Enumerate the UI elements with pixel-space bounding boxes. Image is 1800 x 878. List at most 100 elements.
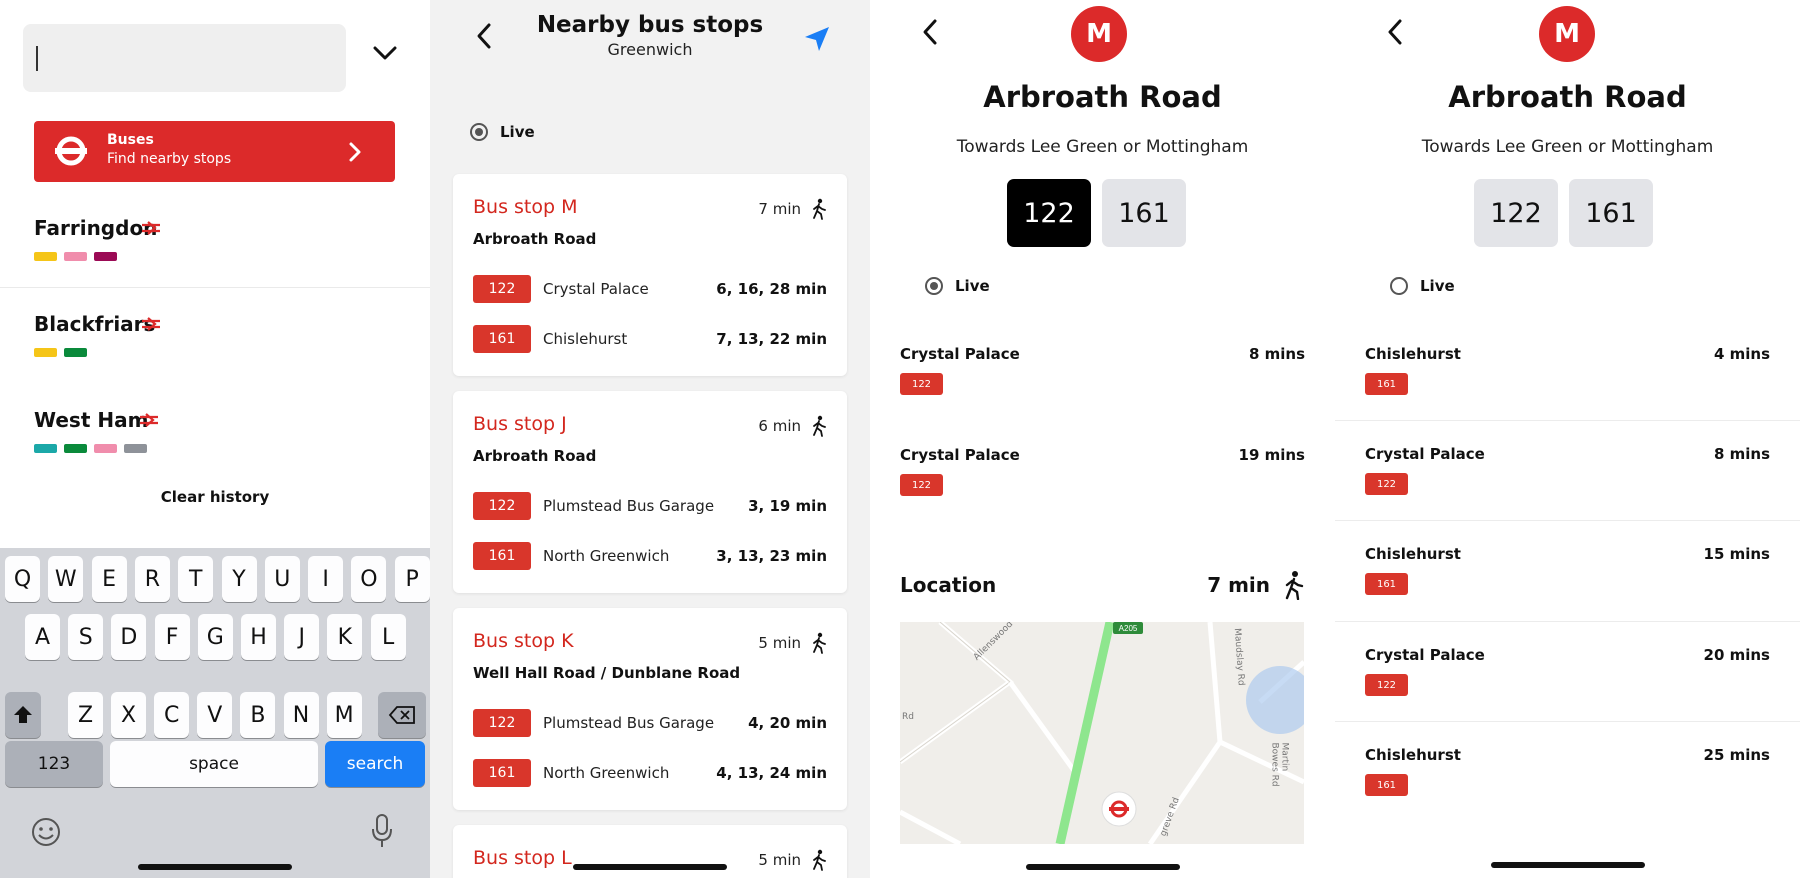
key-u[interactable]: U bbox=[264, 556, 300, 602]
bus-stop-card-l[interactable]: Bus stop L 5 min bbox=[453, 825, 847, 878]
recent-station-west-ham[interactable]: West Ham bbox=[34, 408, 394, 478]
route-row: 161 North Greenwich 3, 13, 23 min bbox=[473, 541, 827, 571]
key-b[interactable]: B bbox=[240, 692, 276, 738]
key-h[interactable]: H bbox=[241, 614, 276, 660]
national-rail-icon bbox=[142, 317, 160, 331]
stop-direction: Towards Lee Green or Mottingham bbox=[1421, 137, 1714, 157]
live-radio bbox=[1390, 277, 1408, 295]
line-swatch bbox=[124, 444, 147, 453]
divider bbox=[1335, 721, 1800, 722]
bus-stop-title: Bus stop J bbox=[473, 413, 567, 435]
location-walk-time: 7 min bbox=[1207, 573, 1270, 597]
stop-location-map[interactable]: A205 Allenswood Maudslay Rd Rd Martin Bo… bbox=[900, 622, 1304, 844]
recent-station-blackfriars[interactable]: Blackfriars bbox=[34, 312, 394, 382]
live-toggle[interactable]: Live bbox=[1390, 277, 1455, 295]
route-badge: 122 bbox=[900, 373, 943, 395]
route-badge: 122 bbox=[1365, 473, 1408, 495]
buses-find-nearby-button[interactable]: Buses Find nearby stops bbox=[34, 121, 395, 182]
on-screen-keyboard: QWERTYUIOP ASDFGHJKL ZXCVBNM 123 space s… bbox=[0, 548, 430, 878]
key-r[interactable]: R bbox=[134, 556, 170, 602]
key-o[interactable]: O bbox=[351, 556, 387, 602]
arrival-row[interactable]: Crystal Palace 19 mins 122 bbox=[900, 438, 1305, 533]
live-toggle[interactable]: Live bbox=[470, 123, 535, 141]
key-l[interactable]: L bbox=[370, 614, 406, 660]
key-s[interactable]: S bbox=[68, 614, 104, 660]
walk-icon bbox=[813, 415, 826, 437]
national-rail-icon bbox=[142, 221, 160, 235]
bus-stop-card-j[interactable]: Bus stop J 6 min Arbroath Road 122 Plums… bbox=[453, 391, 847, 593]
route-destination: North Greenwich bbox=[543, 764, 670, 782]
key-z[interactable]: Z bbox=[68, 692, 103, 738]
key-n[interactable]: N bbox=[283, 692, 319, 738]
emoji-icon[interactable] bbox=[30, 816, 62, 848]
microphone-icon[interactable] bbox=[370, 813, 394, 849]
recent-station-farringdon[interactable]: Farringdon bbox=[34, 216, 394, 286]
map-street-label: Rd bbox=[902, 712, 914, 722]
route-tab-161[interactable]: 161 bbox=[1569, 179, 1653, 247]
search-key[interactable]: search bbox=[325, 741, 425, 787]
home-indicator bbox=[1490, 862, 1645, 868]
key-t[interactable]: T bbox=[178, 556, 214, 602]
route-destination: North Greenwich bbox=[543, 547, 670, 565]
arrival-minutes: 8 mins bbox=[1713, 445, 1770, 463]
key-m[interactable]: M bbox=[326, 692, 362, 738]
stop-name: Arbroath Road bbox=[1448, 80, 1687, 114]
walk-icon bbox=[813, 849, 826, 871]
key-e[interactable]: E bbox=[91, 556, 127, 602]
divider bbox=[1335, 420, 1800, 421]
arrival-row[interactable]: Chislehurst 15 mins 161 bbox=[1365, 537, 1770, 632]
numbers-key[interactable]: 123 bbox=[5, 741, 103, 787]
shift-key[interactable] bbox=[5, 692, 41, 738]
route-badge: 122 bbox=[473, 492, 531, 520]
search-input[interactable] bbox=[23, 24, 346, 92]
key-i[interactable]: I bbox=[308, 556, 344, 602]
road-sign: A205 bbox=[1119, 624, 1138, 633]
route-times: 6, 16, 28 min bbox=[716, 280, 827, 298]
arrival-row[interactable]: Crystal Palace 20 mins 122 bbox=[1365, 638, 1770, 733]
map-street-label: Martin Bowes Rd bbox=[1269, 742, 1290, 787]
arrival-row[interactable]: Crystal Palace 8 mins 122 bbox=[900, 337, 1305, 432]
arrival-destination: Crystal Palace bbox=[900, 345, 1020, 363]
tfl-roundel-icon bbox=[55, 136, 87, 166]
key-x[interactable]: X bbox=[111, 692, 147, 738]
line-swatch bbox=[64, 348, 87, 357]
walk-time: 5 min bbox=[758, 632, 827, 654]
space-key[interactable]: space bbox=[110, 741, 318, 787]
live-radio bbox=[925, 277, 943, 295]
arrival-row[interactable]: Chislehurst 25 mins 161 bbox=[1365, 738, 1770, 833]
walk-time-text: 7 min bbox=[758, 200, 801, 218]
line-swatches bbox=[34, 252, 117, 261]
back-chevron-icon[interactable] bbox=[922, 18, 938, 46]
back-chevron-icon[interactable] bbox=[1387, 18, 1403, 46]
clear-history-button[interactable]: Clear history bbox=[0, 488, 430, 506]
station-name: West Ham bbox=[34, 408, 149, 432]
key-f[interactable]: F bbox=[154, 614, 190, 660]
key-v[interactable]: V bbox=[197, 692, 233, 738]
chevron-down-icon[interactable] bbox=[372, 44, 398, 62]
key-w[interactable]: W bbox=[48, 556, 84, 602]
route-tab-161[interactable]: 161 bbox=[1102, 179, 1186, 247]
bus-stop-card-k[interactable]: Bus stop K 5 min Well Hall Road / Dunbla… bbox=[453, 608, 847, 810]
key-y[interactable]: Y bbox=[221, 556, 257, 602]
arrival-destination: Chislehurst bbox=[1365, 746, 1461, 764]
key-d[interactable]: D bbox=[111, 614, 147, 660]
key-a[interactable]: A bbox=[25, 614, 60, 660]
live-toggle[interactable]: Live bbox=[925, 277, 990, 295]
key-p[interactable]: P bbox=[394, 556, 430, 602]
key-k[interactable]: K bbox=[327, 614, 363, 660]
key-j[interactable]: J bbox=[284, 614, 320, 660]
key-q[interactable]: Q bbox=[5, 556, 40, 602]
route-tab-122[interactable]: 122 bbox=[1007, 179, 1091, 247]
bus-stop-card-m[interactable]: Bus stop M 7 min Arbroath Road 122 Cryst… bbox=[453, 174, 847, 376]
arrival-destination: Crystal Palace bbox=[1365, 445, 1485, 463]
key-g[interactable]: G bbox=[197, 614, 233, 660]
arrival-row[interactable]: Crystal Palace 8 mins 122 bbox=[1365, 437, 1770, 532]
route-tab-122[interactable]: 122 bbox=[1474, 179, 1558, 247]
key-c[interactable]: C bbox=[154, 692, 190, 738]
backspace-key[interactable] bbox=[378, 692, 426, 738]
route-destination: Plumstead Bus Garage bbox=[543, 714, 715, 732]
live-label: Live bbox=[1420, 277, 1455, 295]
live-radio bbox=[470, 123, 488, 141]
arrival-row[interactable]: Chislehurst 4 mins 161 bbox=[1365, 337, 1770, 432]
location-arrow-icon[interactable] bbox=[802, 24, 832, 54]
